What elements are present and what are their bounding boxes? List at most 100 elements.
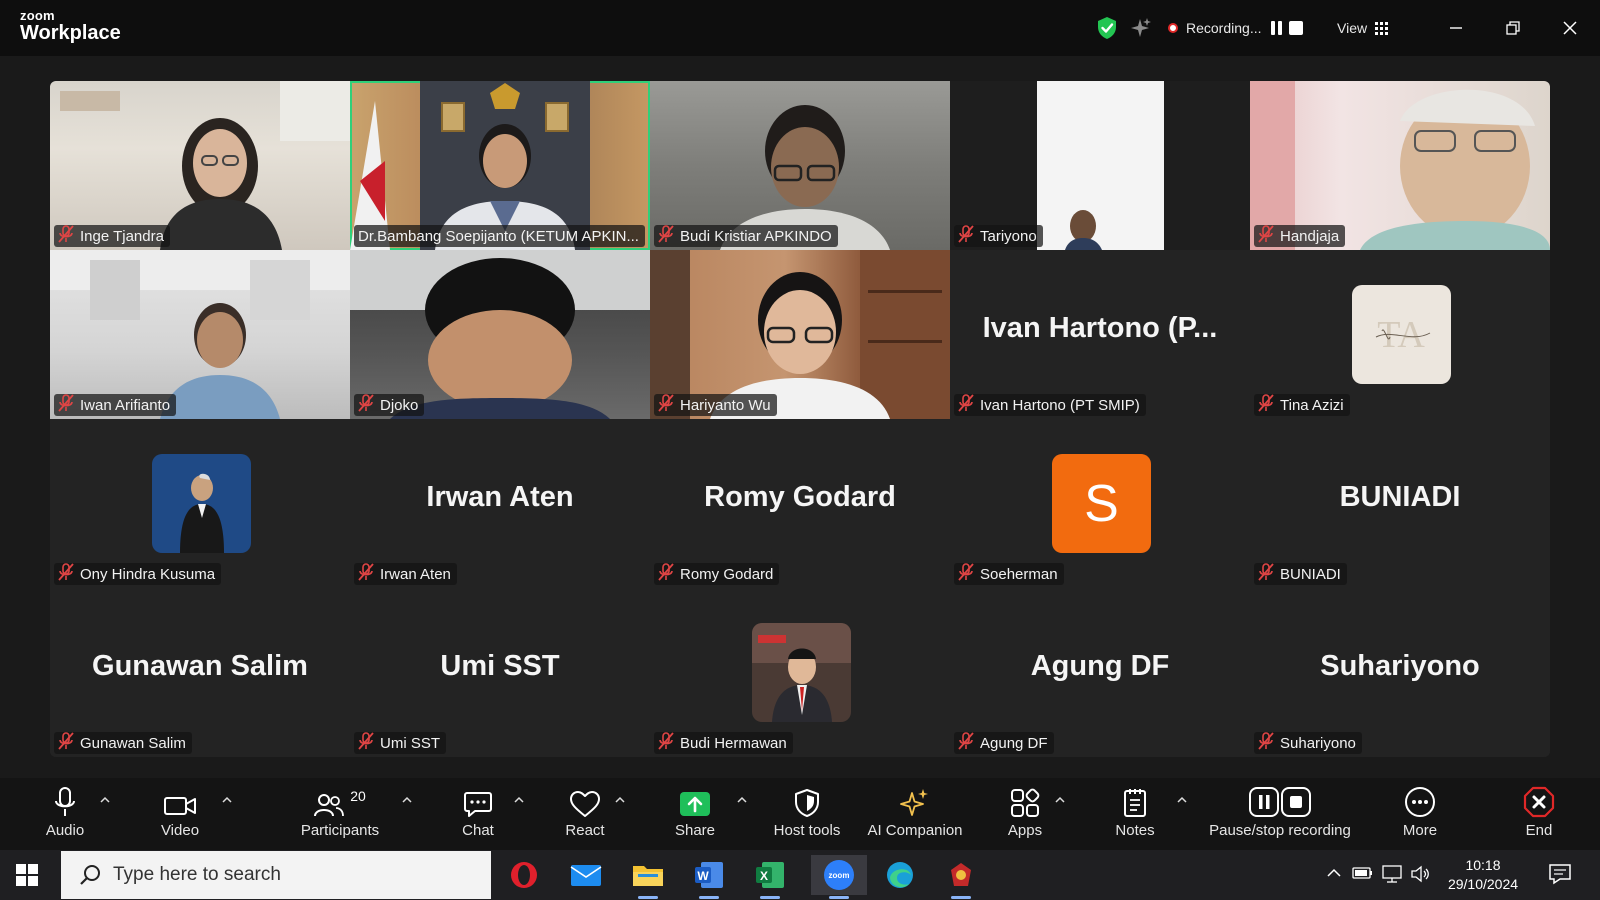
video-button[interactable]: Video: [155, 778, 205, 850]
mic-muted-icon: [58, 225, 74, 247]
apps-options-chevron-icon[interactable]: [1053, 792, 1067, 806]
video-tile-active-speaker[interactable]: Dr.Bambang Soepijanto (KETUM APKIN...: [350, 81, 650, 250]
participant-nametag: Djoko: [354, 394, 425, 416]
video-tile-avatar[interactable]: S Soeherman: [950, 419, 1250, 588]
apps-button[interactable]: Apps: [1000, 778, 1050, 850]
video-tile-avatar[interactable]: Budi Hermawan: [650, 588, 950, 757]
participant-display-name: Gunawan Salim: [92, 650, 308, 682]
chat-options-chevron-icon[interactable]: [512, 792, 526, 806]
video-tile[interactable]: Djoko: [350, 250, 650, 419]
participants-icon: [314, 794, 345, 817]
app-red-badge-icon[interactable]: [941, 855, 981, 899]
pause-stop-recording-button[interactable]: Pause/stop recording: [1205, 778, 1355, 850]
chat-button[interactable]: Chat: [453, 778, 503, 850]
participant-name: Djoko: [380, 396, 419, 414]
brand-large: Workplace: [20, 22, 121, 44]
mic-muted-icon: [958, 563, 974, 585]
minimize-icon[interactable]: [1442, 14, 1470, 42]
mic-muted-icon: [658, 225, 674, 247]
share-options-chevron-icon[interactable]: [735, 792, 749, 806]
ai-sparkle-icon[interactable]: [1130, 16, 1152, 40]
pause-recording-icon[interactable]: [1269, 21, 1283, 35]
video-tile-no-video[interactable]: Romy Godard Romy Godard: [650, 419, 950, 588]
end-button[interactable]: End: [1514, 778, 1564, 850]
audio-button[interactable]: Audio: [40, 778, 90, 850]
video-tile-no-video[interactable]: Ivan Hartono (P... Ivan Hartono (PT SMIP…: [950, 250, 1250, 419]
pause-stop-label: Pause/stop recording: [1209, 822, 1351, 839]
participant-name: Soeherman: [980, 565, 1058, 583]
participant-name: BUNIADI: [1280, 565, 1341, 583]
edge-browser-icon[interactable]: [880, 855, 920, 895]
participants-options-chevron-icon[interactable]: [400, 792, 414, 806]
participants-button[interactable]: 20 Participants: [290, 778, 390, 850]
windows-start-icon[interactable]: [16, 864, 38, 886]
video-options-chevron-icon[interactable]: [220, 792, 234, 806]
mail-app-icon[interactable]: [566, 855, 606, 895]
video-tile-no-video[interactable]: Irwan Aten Irwan Aten: [350, 419, 650, 588]
participant-nametag: Ony Hindra Kusuma: [54, 563, 222, 585]
participant-nametag: Romy Godard: [654, 563, 780, 585]
mic-muted-icon: [958, 394, 974, 416]
zoom-app-icon[interactable]: zoom: [811, 855, 867, 899]
video-camera-icon: [164, 797, 196, 815]
video-tile-no-video[interactable]: Agung DF Agung DF: [950, 588, 1250, 757]
system-clock[interactable]: 10:18 29/10/2024: [1438, 856, 1528, 894]
mic-muted-icon: [58, 394, 74, 416]
more-button[interactable]: More: [1395, 778, 1445, 850]
encryption-shield-icon[interactable]: [1096, 16, 1118, 40]
video-tile-no-video[interactable]: Gunawan Salim Gunawan Salim: [50, 588, 350, 757]
video-tile-no-video[interactable]: Umi SST Umi SST: [350, 588, 650, 757]
participant-name: Dr.Bambang Soepijanto (KETUM APKIN...: [358, 227, 639, 245]
stop-recording-icon[interactable]: [1289, 21, 1304, 35]
participant-name: Budi Hermawan: [680, 734, 787, 752]
opera-browser-icon[interactable]: [504, 855, 544, 895]
search-input[interactable]: [113, 864, 473, 886]
word-app-icon[interactable]: W: [689, 855, 729, 899]
network-icon[interactable]: [1381, 865, 1403, 888]
participant-display-name: Suhariyono: [1320, 650, 1480, 682]
excel-app-icon[interactable]: X: [750, 855, 790, 899]
notes-button[interactable]: Notes: [1110, 778, 1160, 850]
battery-icon[interactable]: [1352, 865, 1374, 886]
close-icon[interactable]: [1556, 14, 1584, 42]
video-tile[interactable]: Tariyono: [950, 81, 1250, 250]
video-tile-no-video[interactable]: BUNIADI BUNIADI: [1250, 419, 1550, 588]
react-button[interactable]: React: [555, 778, 615, 850]
host-tools-button[interactable]: Host tools: [765, 778, 849, 850]
gallery-grid: Inge Tjandra Dr.Bambang Soepijanto (KETU…: [50, 81, 1550, 757]
video-tile[interactable]: Budi Kristiar APKINDO: [650, 81, 950, 250]
volume-icon[interactable]: [1410, 865, 1432, 888]
restore-icon[interactable]: [1499, 14, 1527, 42]
file-explorer-icon[interactable]: [628, 855, 668, 899]
participant-name: Budi Kristiar APKINDO: [680, 227, 832, 245]
video-tile[interactable]: Inge Tjandra: [50, 81, 350, 250]
participant-nametag: Tariyono: [954, 225, 1043, 247]
notes-label: Notes: [1115, 822, 1155, 839]
avatar: [152, 454, 251, 553]
avatar: [752, 623, 851, 722]
video-tile[interactable]: Handjaja: [1250, 81, 1550, 250]
mic-muted-icon: [958, 732, 974, 754]
react-options-chevron-icon[interactable]: [613, 792, 627, 806]
video-tile-avatar[interactable]: Ony Hindra Kusuma: [50, 419, 350, 588]
ai-companion-button[interactable]: AI Companion: [860, 778, 970, 850]
audio-options-chevron-icon[interactable]: [98, 792, 112, 806]
notifications-icon[interactable]: [1548, 863, 1572, 890]
video-tile-avatar[interactable]: TA Tina Azizi: [1250, 250, 1550, 419]
view-button[interactable]: View: [1337, 16, 1389, 40]
notes-options-chevron-icon[interactable]: [1175, 792, 1189, 806]
participant-display-name: Agung DF: [1030, 650, 1170, 682]
apps-label: Apps: [1007, 822, 1043, 839]
monogram-logo: TA: [1375, 314, 1431, 356]
video-tile-no-video[interactable]: Suhariyono Suhariyono: [1250, 588, 1550, 757]
show-hidden-icons-chevron-icon[interactable]: [1326, 865, 1342, 886]
taskbar-search[interactable]: [61, 851, 491, 899]
video-tile[interactable]: Iwan Arifianto: [50, 250, 350, 419]
share-button[interactable]: Share: [668, 778, 722, 850]
share-label: Share: [674, 822, 716, 839]
participant-name: Romy Godard: [680, 565, 774, 583]
participant-nametag: Dr.Bambang Soepijanto (KETUM APKIN...: [354, 225, 645, 247]
video-tile[interactable]: Hariyanto Wu: [650, 250, 950, 419]
participant-nametag: Inge Tjandra: [54, 225, 170, 247]
chat-icon: [464, 792, 492, 817]
